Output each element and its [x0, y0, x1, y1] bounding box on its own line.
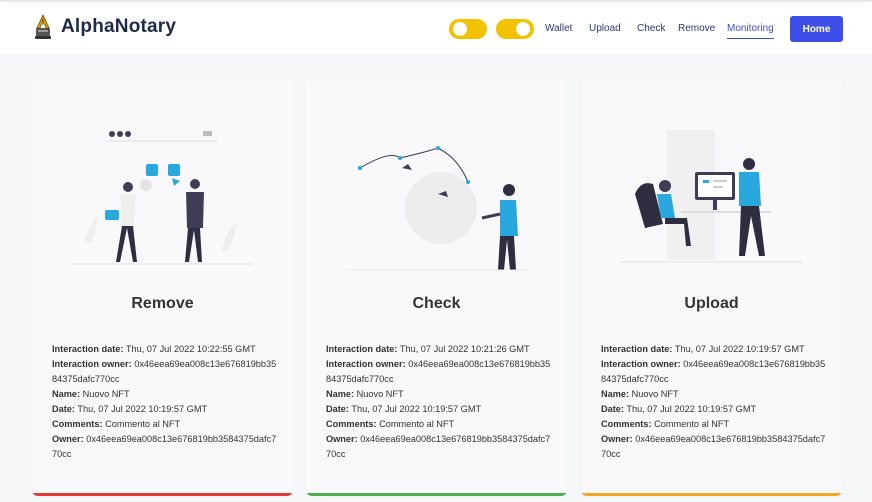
interaction-owner-row: Interaction owner: 0x46eea69ea008c13e676… — [52, 359, 277, 384]
interaction-owner-row: Interaction owner: 0x46eea69ea008c13e676… — [601, 359, 826, 384]
theme-toggle-2[interactable] — [496, 19, 534, 39]
nav-link-wallet[interactable]: Wallet — [545, 23, 572, 34]
card-check: Check Interaction date: Thu, 07 Jul 2022… — [306, 78, 567, 496]
status-bar — [32, 493, 293, 496]
brand[interactable]: AlphaNotary — [33, 14, 176, 40]
name-row: Name: Nuovo NFT — [601, 389, 679, 399]
home-button[interactable]: Home — [790, 16, 843, 42]
interaction-date-row: Interaction date: Thu, 07 Jul 2022 10:21… — [326, 344, 530, 354]
office-computer-illustration — [621, 130, 802, 263]
comments-row: Comments: Commento al NFT — [52, 419, 181, 429]
card-title: Upload — [684, 295, 739, 312]
card-remove: Remove Interaction date: Thu, 07 Jul 202… — [32, 78, 293, 496]
comments-row: Comments: Commento al NFT — [601, 419, 730, 429]
brand-name: AlphaNotary — [61, 16, 177, 37]
name-row: Name: Nuovo NFT — [52, 389, 130, 399]
comments-row: Comments: Commento al NFT — [326, 419, 455, 429]
nav-link-upload[interactable]: Upload — [589, 23, 621, 34]
toggle-knob — [453, 22, 467, 36]
date-row: Date: Thu, 07 Jul 2022 10:19:57 GMT — [52, 404, 208, 414]
interaction-date-row: Interaction date: Thu, 07 Jul 2022 10:22… — [52, 344, 256, 354]
theme-toggle-1[interactable] — [449, 19, 487, 39]
design-tools-illustration — [346, 146, 527, 270]
name-row: Name: Nuovo NFT — [326, 389, 404, 399]
interaction-date-row: Interaction date: Thu, 07 Jul 2022 10:19… — [601, 344, 805, 354]
interaction-owner-row: Interaction owner: 0x46eea69ea008c13e676… — [326, 359, 551, 384]
main-content: Remove Interaction date: Thu, 07 Jul 202… — [0, 54, 872, 502]
nav-link-check[interactable]: Check — [637, 23, 665, 34]
social-media-illustration — [72, 131, 253, 265]
notary-a-logo-icon — [35, 14, 51, 39]
card-details: Interaction date: Thu, 07 Jul 2022 10:21… — [326, 342, 551, 462]
navbar: AlphaNotary Wallet Upload Check Remove M… — [0, 2, 872, 54]
card-upload: Upload Interaction date: Thu, 07 Jul 202… — [581, 78, 842, 496]
date-row: Date: Thu, 07 Jul 2022 10:19:57 GMT — [326, 404, 482, 414]
nav-link-monitoring[interactable]: Monitoring — [727, 23, 774, 39]
owner-row: Owner: 0x46eea69ea008c13e676819bb3584375… — [52, 434, 277, 459]
toggle-knob — [516, 22, 530, 36]
status-bar — [581, 493, 842, 496]
card-details: Interaction date: Thu, 07 Jul 2022 10:22… — [52, 342, 277, 462]
nav-link-remove[interactable]: Remove — [678, 23, 715, 34]
status-bar — [306, 493, 567, 496]
owner-row: Owner: 0x46eea69ea008c13e676819bb3584375… — [326, 434, 551, 459]
card-title: Remove — [131, 295, 194, 312]
owner-row: Owner: 0x46eea69ea008c13e676819bb3584375… — [601, 434, 826, 459]
card-title: Check — [412, 295, 461, 312]
card-details: Interaction date: Thu, 07 Jul 2022 10:19… — [601, 342, 826, 462]
date-row: Date: Thu, 07 Jul 2022 10:19:57 GMT — [601, 404, 757, 414]
